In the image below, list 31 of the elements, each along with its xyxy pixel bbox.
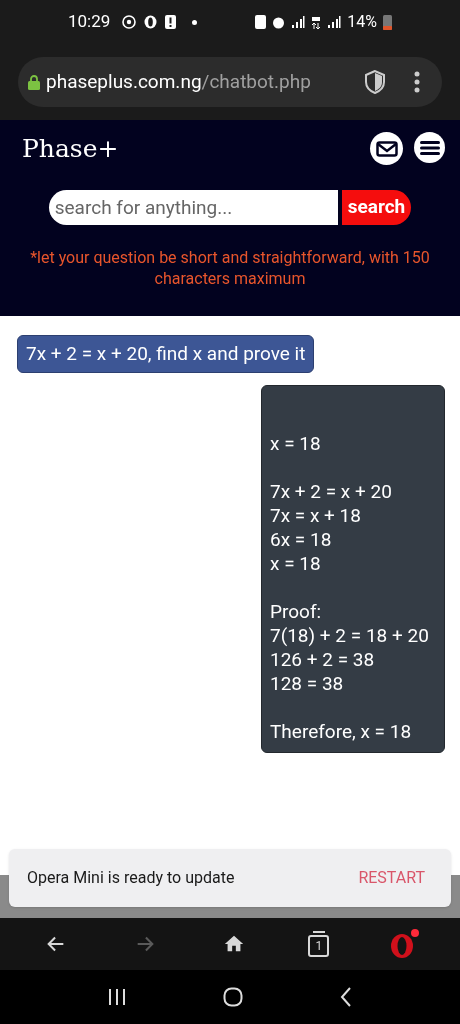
toast-message: Opera Mini is ready to update: [27, 867, 235, 889]
status-time: 10:29: [68, 10, 111, 34]
url-text: phaseplus.com.ng/chatbot.php: [46, 68, 311, 95]
opera-menu-button[interactable]: [388, 929, 419, 959]
signal-icon: [327, 16, 342, 28]
shield-icon[interactable]: [364, 69, 386, 95]
battery-icon: [383, 14, 392, 30]
question-bubble: 7x + 2 = x + 20, find x and prove it: [17, 335, 315, 373]
alert-icon: [165, 15, 177, 29]
opera-logo-icon: [388, 933, 415, 959]
search-field[interactable]: search for anything...: [48, 189, 338, 225]
answer-text: x = 18: [270, 432, 322, 456]
back-chevron-icon[interactable]: [339, 987, 352, 1007]
site-logo[interactable]: Phase+: [22, 130, 119, 168]
answer-text: 7x + 2 = x + 20 7x = x + 18 6x = 18 x = 18: [270, 480, 393, 576]
recent-apps-icon[interactable]: [108, 989, 127, 1005]
more-menu-icon[interactable]: [414, 71, 420, 93]
menu-button[interactable]: [414, 132, 445, 164]
opera-notification-icon: [144, 15, 158, 29]
notice-text: *let your question be short and straightforward, with 150 characters maximum: [29, 246, 431, 289]
answer-text: Therefore, x = 18: [270, 720, 413, 744]
menu-icon: [419, 139, 440, 156]
mail-icon: [375, 140, 398, 157]
search-button[interactable]: search: [341, 189, 412, 225]
address-bar[interactable]: phaseplus.com.ng/chatbot.php: [18, 57, 442, 107]
signal-icon: [291, 16, 306, 28]
app-notification-icon: [122, 15, 137, 29]
answer-text: Proof: 7(18) + 2 = 18 + 20 126 + 2 = 38 128 = 38: [270, 600, 430, 696]
battery-percent: 14%: [347, 11, 377, 33]
mail-button[interactable]: [370, 132, 403, 166]
mobile-data-icon: [311, 15, 322, 29]
